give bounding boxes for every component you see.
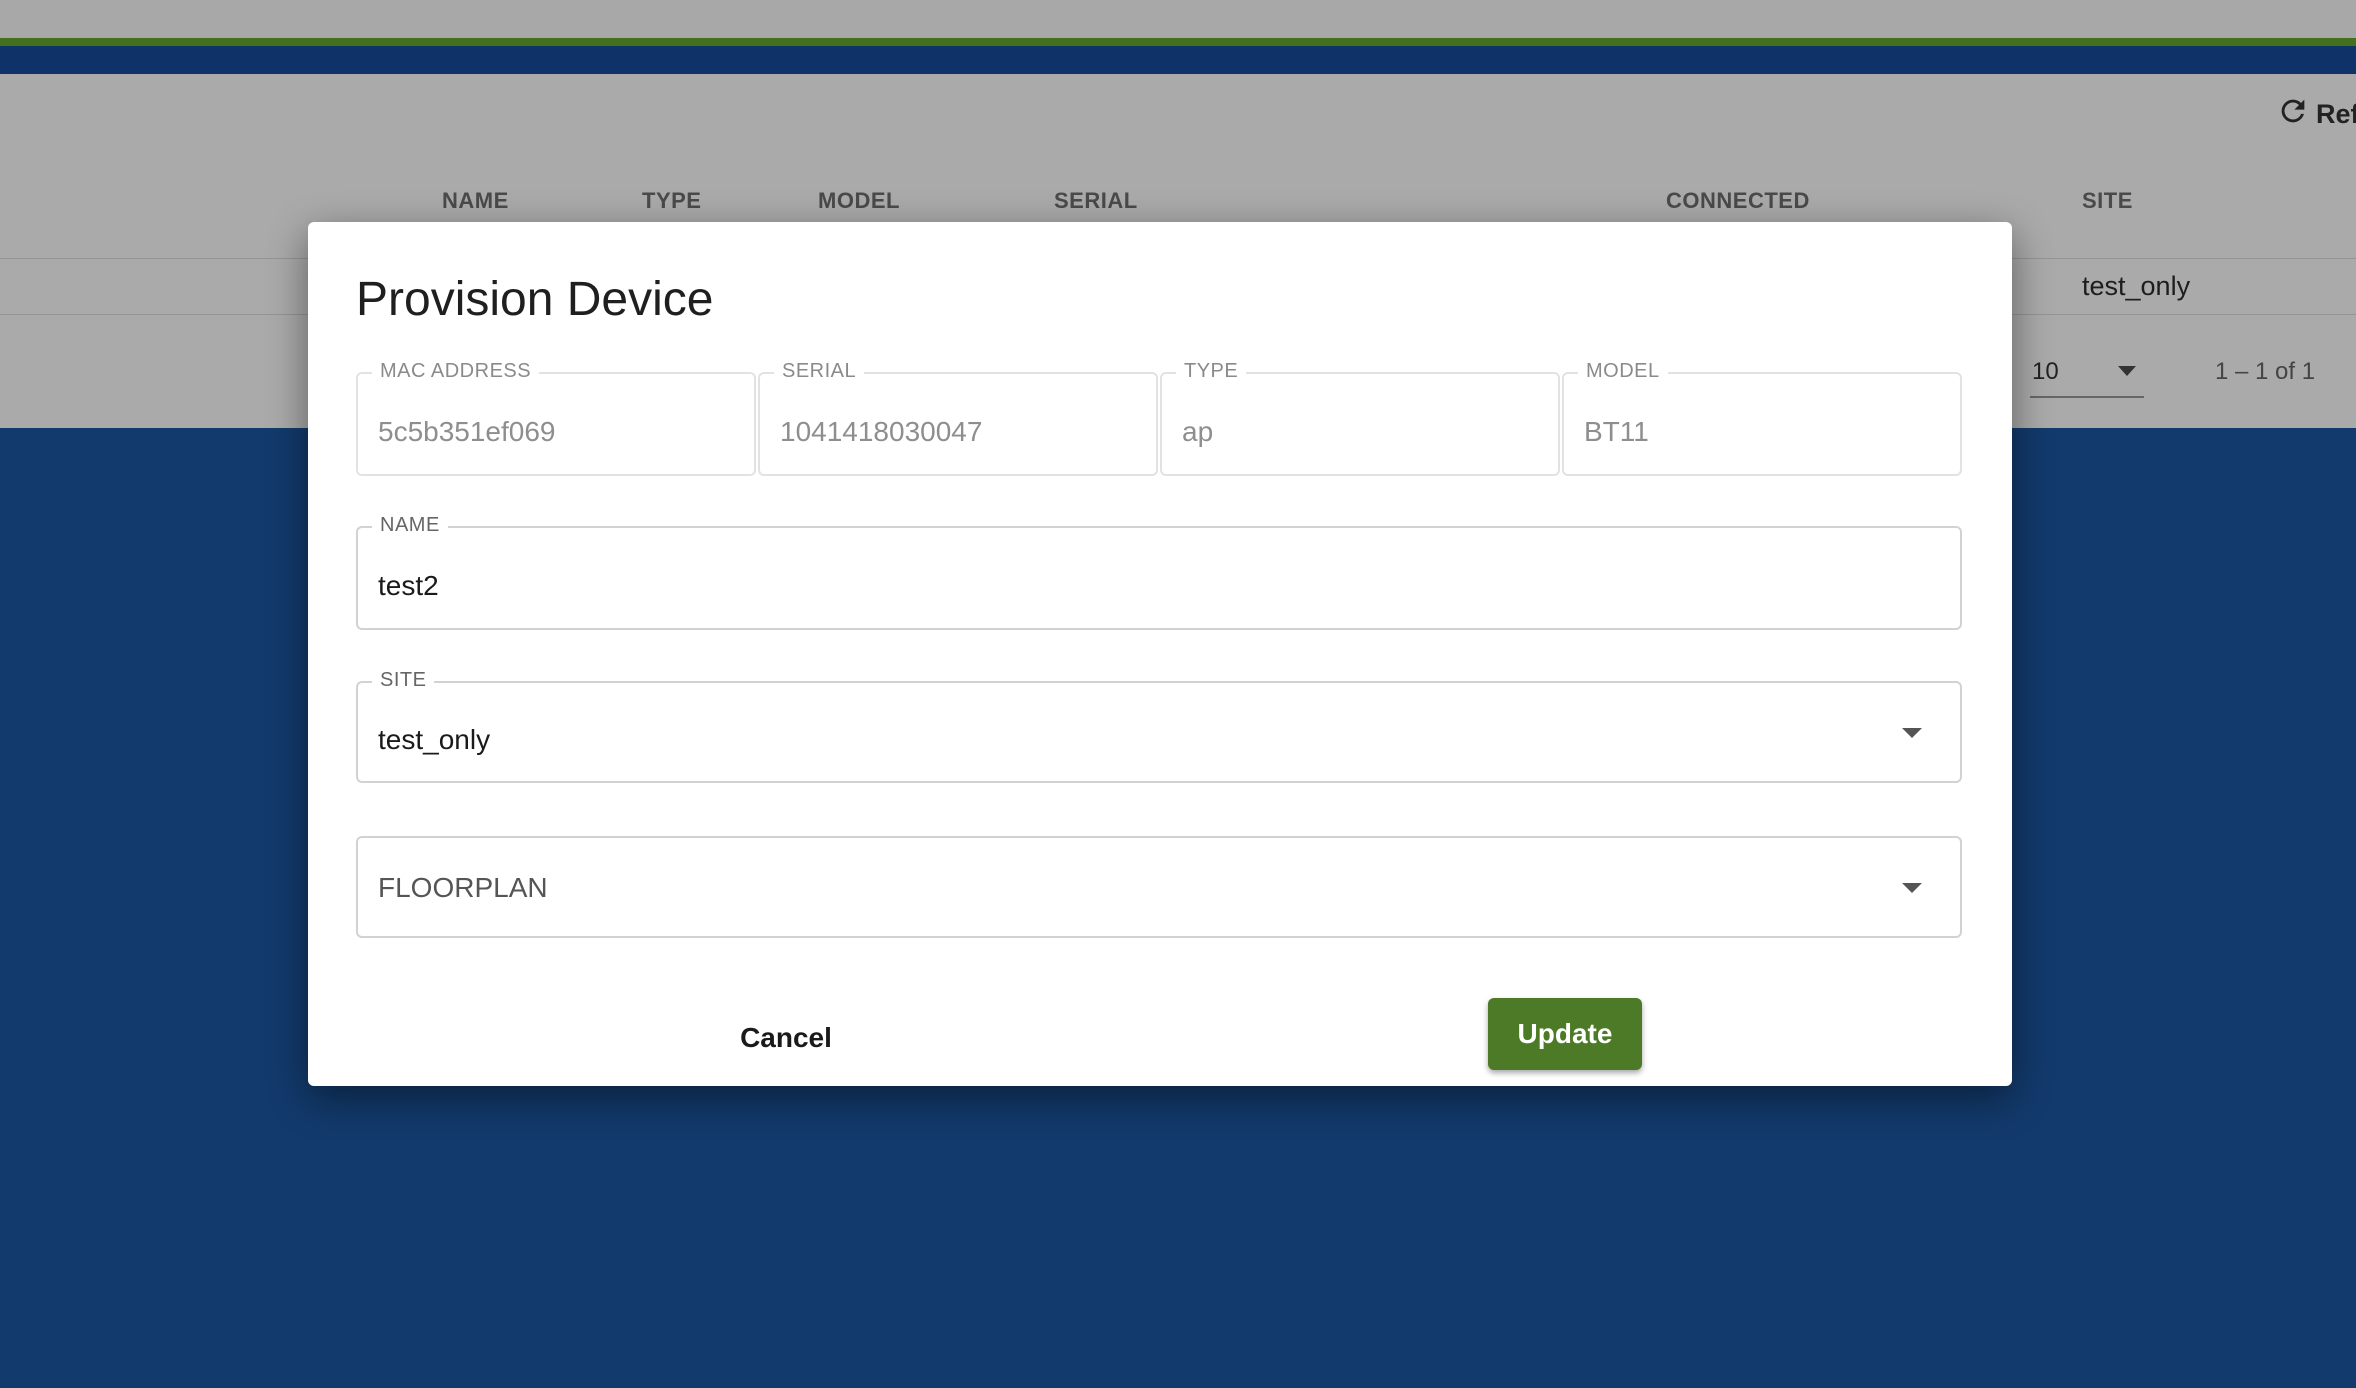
site-value: test_only — [378, 724, 491, 755]
column-header-connected[interactable]: CONNECTED — [1666, 188, 1810, 214]
column-header-serial[interactable]: SERIAL — [1054, 188, 1138, 214]
name-field[interactable]: NAME test2 — [356, 514, 1962, 630]
dialog-title: Provision Device — [356, 273, 714, 326]
cancel-button[interactable]: Cancel — [686, 1006, 886, 1070]
serial-label: SERIAL — [774, 360, 865, 383]
refresh-label: Ref — [2316, 99, 2356, 129]
top-band — [0, 0, 2356, 38]
mac-address-field: MAC ADDRESS 5c5b351ef069 — [356, 360, 756, 476]
refresh-icon — [2276, 94, 2310, 135]
serial-value: 1041418030047 — [780, 416, 983, 447]
provision-device-dialog: Provision Device MAC ADDRESS 5c5b351ef06… — [308, 222, 2012, 1086]
rows-per-page-select[interactable]: 10 — [2030, 356, 2144, 398]
column-header-type[interactable]: TYPE — [642, 188, 701, 214]
refresh-button[interactable]: Ref — [2276, 94, 2356, 135]
rows-per-page-value: 10 — [2032, 358, 2059, 385]
column-header-name[interactable]: NAME — [442, 188, 509, 214]
pagination-range: 1 – 1 of 1 — [2215, 358, 2316, 385]
name-input[interactable]: test2 — [378, 570, 439, 602]
update-button[interactable]: Update — [1488, 998, 1642, 1070]
model-field: MODEL BT11 — [1562, 360, 1962, 476]
serial-field: SERIAL 1041418030047 — [758, 360, 1158, 476]
site-select[interactable]: SITE test_only — [356, 669, 1962, 783]
model-value: BT11 — [1584, 416, 1649, 447]
type-field: TYPE ap — [1160, 360, 1560, 476]
column-header-model[interactable]: MODEL — [818, 188, 900, 214]
navbar — [0, 46, 2356, 74]
floorplan-placeholder: FLOORPLAN — [378, 872, 548, 903]
type-label: TYPE — [1176, 360, 1247, 383]
mac-address-label: MAC ADDRESS — [372, 360, 540, 383]
chevron-down-icon — [1902, 883, 1922, 893]
chevron-down-icon — [1902, 728, 1922, 738]
mac-address-value: 5c5b351ef069 — [378, 416, 556, 447]
accent-stripe — [0, 38, 2356, 46]
floorplan-select[interactable]: FLOORPLAN — [356, 836, 1962, 938]
type-value: ap — [1182, 416, 1214, 447]
model-label: MODEL — [1578, 360, 1668, 383]
name-label: NAME — [372, 514, 448, 537]
column-header-site[interactable]: SITE — [2082, 188, 2133, 214]
chevron-down-icon — [2118, 366, 2136, 376]
table-cell-site: test_only — [2082, 271, 2191, 301]
site-label: SITE — [372, 669, 435, 692]
